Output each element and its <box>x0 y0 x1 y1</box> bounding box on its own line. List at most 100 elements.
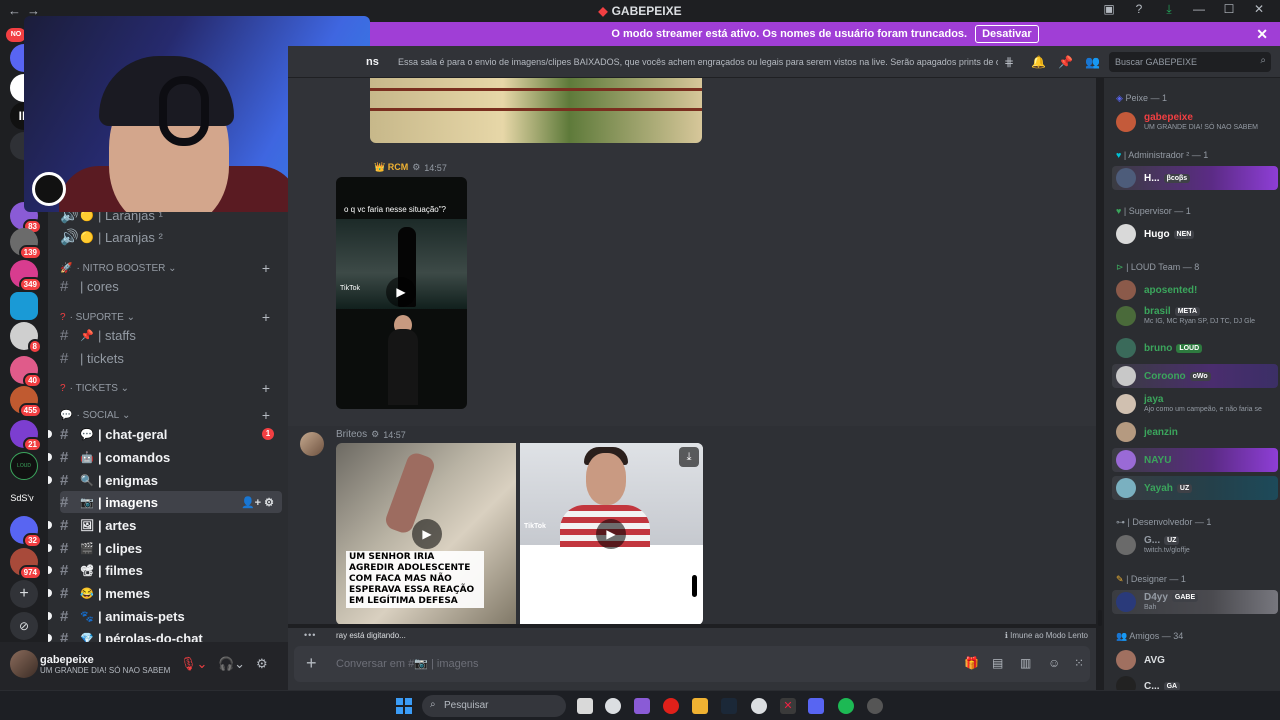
add-server-icon[interactable]: + <box>10 580 38 608</box>
banner-close-icon[interactable]: ✕ <box>1256 26 1268 43</box>
add-channel-icon[interactable]: + <box>262 407 270 423</box>
pin-icon[interactable]: 📌 <box>1058 55 1073 69</box>
member-item[interactable]: H... βcoβs <box>1112 166 1278 190</box>
channel-imagens[interactable]: # 📷 | imagens 👤+ ⚙ <box>60 491 282 513</box>
member-item[interactable]: AVG <box>1112 648 1278 672</box>
channel-clipes[interactable]: # 🎬 | clipes <box>48 537 282 559</box>
member-item[interactable]: brasil META Mc IG, MC Ryan SP, DJ TC, DJ G… <box>1112 304 1278 328</box>
copilot-icon[interactable] <box>634 698 650 714</box>
server-icon[interactable]: 40 <box>10 356 42 388</box>
help-icon[interactable]: ? <box>1124 2 1154 17</box>
member-item[interactable]: NAYU <box>1112 448 1278 472</box>
minimize-icon[interactable]: — <box>1184 2 1214 17</box>
app-icon[interactable] <box>605 698 621 714</box>
member-item[interactable]: jaya Ajo como um campeão, e não faria se <box>1112 392 1278 416</box>
member-item[interactable]: G... UZ twitch.tv/gloffje <box>1112 533 1278 557</box>
close-window-icon[interactable]: ✕ <box>1244 2 1274 17</box>
image-attachment[interactable] <box>370 78 702 143</box>
mic-muted-icon[interactable]: 🎙⌄ <box>180 656 207 672</box>
gift-icon[interactable]: 🎁 <box>964 656 979 670</box>
video-attachment[interactable]: ⤓ TikTok ▶ <box>520 443 703 624</box>
spotify-icon[interactable] <box>838 698 854 714</box>
opera-icon[interactable] <box>663 698 679 714</box>
category-tickets[interactable]: ? · TICKETS ⌄ + <box>60 380 282 396</box>
server-icon[interactable]: 32 <box>10 516 42 548</box>
bell-icon[interactable]: 🔔 <box>1031 55 1046 69</box>
channel-animais-pets[interactable]: # 🐾 | animais-pets <box>48 605 282 627</box>
channel-artes[interactable]: # 🖼 | artes <box>48 514 282 536</box>
channel-cores[interactable]: # | cores <box>60 275 282 297</box>
maximize-icon[interactable]: ☐ <box>1214 2 1244 17</box>
member-item[interactable]: Hugo NEN <box>1112 222 1278 246</box>
download-icon[interactable]: ⤓ <box>679 447 699 467</box>
add-channel-icon[interactable]: + <box>262 260 270 276</box>
member-item[interactable]: C... GA <box>1112 674 1278 690</box>
channel-filmes[interactable]: # 📽 | filmes <box>48 559 282 581</box>
avatar[interactable] <box>10 650 38 678</box>
sticker-icon[interactable]: ▥ <box>1020 656 1031 670</box>
video-attachment[interactable]: ▶ UM SENHOR IRIA AGREDIR ADOLESCENTE COM… <box>336 443 516 624</box>
disable-streamer-button[interactable]: Desativar <box>975 25 1039 43</box>
search-input[interactable]: Buscar GABEPEIXE ⌕ <box>1109 52 1271 72</box>
server-icon[interactable]: LOUD <box>10 452 38 480</box>
category-nitro-booster[interactable]: 🚀 · NITRO BOOSTER ⌄ + <box>60 260 282 276</box>
channel-settings-icons[interactable]: 👤+ ⚙ <box>241 496 274 509</box>
server-icon[interactable]: 139 <box>10 228 42 260</box>
member-item[interactable]: D4yy GABE Bah <box>1112 590 1278 614</box>
scrollbar-thumb[interactable] <box>1098 610 1102 626</box>
server-notice[interactable]: NO <box>6 28 26 42</box>
message-username[interactable]: Briteos <box>336 429 367 440</box>
gif-icon[interactable]: ▤ <box>992 656 1003 670</box>
taskbar-search[interactable]: ⌕ Pesquisar <box>422 695 566 717</box>
category-suporte[interactable]: ? · SUPORTE ⌄ + <box>60 309 282 325</box>
steam-icon[interactable] <box>721 698 737 714</box>
channel-chat-geral[interactable]: # 💬 | chat-geral 1 <box>48 423 282 445</box>
play-icon[interactable]: ▶ <box>412 519 442 549</box>
user-name[interactable]: gabepeixe <box>40 654 94 666</box>
voice-channel-laranjas2[interactable]: 🔊 🟡 | Laranjas ² <box>60 226 282 248</box>
channel-memes[interactable]: # 😂 | memes <box>48 582 282 604</box>
message-input[interactable]: + Conversar em #📷 | imagens 🎁 ▤ ▥ ☺ ⁙ <box>294 646 1090 682</box>
discover-icon[interactable]: ⊘ <box>10 612 38 640</box>
member-item[interactable]: bruno LOUD <box>1112 336 1278 360</box>
headphones-icon[interactable]: 🎧⌄ <box>218 656 245 672</box>
message-username[interactable]: 👑 RCM <box>374 162 408 173</box>
play-icon[interactable]: ▶ <box>596 519 626 549</box>
capcut-icon[interactable]: ✕ <box>780 698 796 714</box>
member-item[interactable]: jeanzin <box>1112 420 1278 444</box>
server-icon[interactable]: 455 <box>10 386 42 418</box>
channel-tickets[interactable]: # | tickets <box>60 347 282 369</box>
threads-icon[interactable]: ⋕ <box>1004 55 1014 69</box>
server-icon[interactable] <box>10 292 38 320</box>
channel-comandos[interactable]: # 🤖 | comandos <box>48 446 282 468</box>
emoji-icon[interactable]: ☺ <box>1048 656 1060 670</box>
task-view-icon[interactable] <box>577 698 593 714</box>
member-item[interactable]: Yayah UZ <box>1112 476 1278 500</box>
server-icon[interactable]: 8 <box>10 322 42 354</box>
channel-staffs[interactable]: # 📌 | staffs <box>60 324 282 346</box>
members-icon[interactable]: 👥 <box>1085 55 1100 69</box>
member-item[interactable]: aposented! <box>1112 278 1278 302</box>
channel-enigmas[interactable]: # 🔍 | enigmas <box>48 469 282 491</box>
add-channel-icon[interactable]: + <box>262 309 270 325</box>
server-icon[interactable]: 21 <box>10 420 42 452</box>
member-item[interactable]: Coroono oWo <box>1112 364 1278 388</box>
member-item[interactable]: gabepeixe UM GRANDE DIA! SÓ NAO SABEM <box>1112 110 1278 134</box>
avatar[interactable] <box>300 432 324 456</box>
folder-icon[interactable] <box>692 698 708 714</box>
discord-icon[interactable] <box>808 698 824 714</box>
inbox-icon[interactable]: ▣ <box>1094 2 1124 17</box>
apps-icon[interactable]: ⁙ <box>1074 656 1084 670</box>
add-channel-icon[interactable]: + <box>262 380 270 396</box>
video-attachment[interactable]: o q vc faria nesse situação"? TikTok ▶ <box>336 177 467 409</box>
app-icon[interactable] <box>751 698 767 714</box>
channel-topic[interactable]: Essa sala é para o envio de imagens/clip… <box>398 57 998 67</box>
server-icon[interactable]: 974 <box>10 548 42 580</box>
server-icon[interactable]: 349 <box>10 260 42 292</box>
play-icon[interactable]: ▶ <box>386 277 416 307</box>
user-settings-icon[interactable]: ⚙ <box>256 656 268 672</box>
scrollbar[interactable] <box>1098 80 1102 626</box>
windows-start-icon[interactable] <box>396 698 412 714</box>
server-icon[interactable]: SdS'v <box>8 484 36 512</box>
obs-icon[interactable] <box>867 698 883 714</box>
